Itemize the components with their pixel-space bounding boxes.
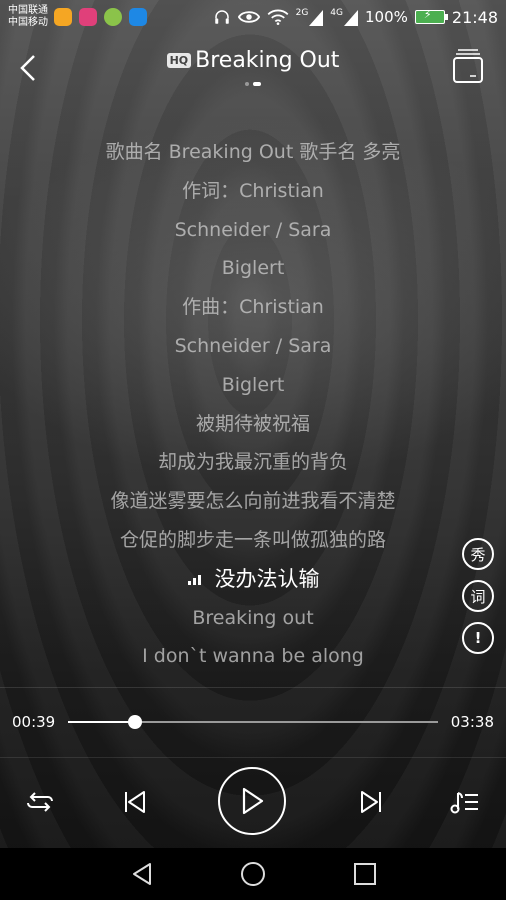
equalizer-icon bbox=[187, 574, 201, 585]
player-header: HQ Breaking Out bbox=[0, 40, 506, 96]
lyric-line: 歌曲名 Breaking Out 歌手名 多亮 bbox=[0, 133, 506, 172]
eye-icon bbox=[237, 11, 260, 23]
show-button[interactable]: 秀 bbox=[462, 538, 494, 570]
play-button[interactable] bbox=[218, 767, 286, 835]
progress-slider[interactable] bbox=[68, 715, 438, 729]
lyric-mode-button[interactable]: 词 bbox=[462, 580, 494, 612]
show-label: 秀 bbox=[470, 545, 486, 564]
queue-button[interactable] bbox=[452, 46, 484, 84]
exclamation-icon: ! bbox=[474, 629, 482, 647]
lyric-line: I don`t wanna be along bbox=[0, 637, 506, 676]
playlist-button[interactable] bbox=[448, 786, 480, 818]
nav-back-button[interactable] bbox=[126, 858, 158, 890]
lyric-text: 仓促的脚步走一条叫做孤独的路 bbox=[119, 528, 386, 551]
carrier-1: 中国联通 bbox=[8, 5, 48, 16]
song-title: Breaking Out bbox=[195, 48, 340, 73]
clock: 21:48 bbox=[451, 7, 498, 27]
lyric-line: Biglert bbox=[0, 366, 506, 405]
progress-fill bbox=[68, 721, 135, 723]
lyric-text: 却成为我最沉重的背负 bbox=[157, 451, 348, 474]
playlist-icon bbox=[450, 792, 478, 814]
lyric-line: 被期待被祝福 bbox=[0, 405, 506, 444]
circle-home-icon bbox=[241, 862, 265, 886]
skip-previous-icon bbox=[125, 791, 145, 813]
next-button[interactable] bbox=[356, 786, 388, 818]
lyric-line: 却成为我最沉重的背负 bbox=[0, 443, 506, 482]
lyric-text: I don`t wanna be along bbox=[142, 645, 364, 668]
duration-time: 03:38 bbox=[450, 713, 494, 731]
play-icon bbox=[242, 787, 264, 815]
current-time: 00:39 bbox=[12, 713, 56, 731]
report-button[interactable]: ! bbox=[462, 622, 494, 654]
divider bbox=[0, 757, 506, 758]
lyric-text: 作词：Christian bbox=[182, 179, 324, 202]
nav-recents-button[interactable] bbox=[349, 858, 381, 890]
status-bar: 中国联通 中国移动 2G 4G 100% ⚡ 21:48 bbox=[0, 0, 506, 34]
lyric-line: 作词：Christian bbox=[0, 172, 506, 211]
skip-next-icon bbox=[361, 791, 381, 813]
system-navigation-bar bbox=[0, 848, 506, 900]
hq-badge: HQ bbox=[166, 53, 192, 68]
page-indicator bbox=[0, 82, 506, 86]
lyric-text: 没办法认输 bbox=[214, 566, 320, 591]
lyric-mode-label: 词 bbox=[470, 587, 486, 606]
lyric-line: 作曲：Christian bbox=[0, 288, 506, 327]
notification-app-icon-2 bbox=[79, 8, 97, 26]
lyrics-panel[interactable]: 歌曲名 Breaking Out 歌手名 多亮 作词：Christian Schne… bbox=[0, 133, 506, 676]
lyric-text: 歌曲名 Breaking Out 歌手名 多亮 bbox=[105, 141, 401, 163]
notification-app-icon-4 bbox=[129, 8, 147, 26]
lyric-text: 作曲：Christian bbox=[182, 296, 324, 319]
queue-icon bbox=[453, 49, 483, 83]
lyric-line-current: 没办法认输 bbox=[0, 560, 506, 599]
signal-2g: 2G bbox=[296, 8, 324, 26]
page-dot-active[interactable] bbox=[253, 82, 261, 86]
lyric-line: 像道迷雾要怎么向前进我看不清楚 bbox=[0, 482, 506, 521]
carrier-info: 中国联通 中国移动 bbox=[8, 5, 48, 29]
signal-4g: 4G bbox=[330, 8, 358, 26]
lyric-text: 被期待被祝福 bbox=[195, 412, 310, 435]
lyric-text: Schneider / Sara bbox=[174, 334, 332, 357]
previous-button[interactable] bbox=[118, 786, 150, 818]
lyric-line: 仓促的脚步走一条叫做孤独的路 bbox=[0, 521, 506, 560]
notification-app-icon-3 bbox=[104, 8, 122, 26]
progress-thumb[interactable] bbox=[127, 715, 142, 729]
notification-app-icon-1 bbox=[54, 8, 72, 26]
title-area: HQ Breaking Out bbox=[0, 48, 506, 73]
lyric-text: Biglert bbox=[221, 373, 285, 396]
lyric-line: Schneider / Sara bbox=[0, 211, 506, 250]
headphones-icon bbox=[214, 10, 229, 24]
triangle-back-icon bbox=[133, 863, 151, 885]
lyric-text: Biglert bbox=[221, 257, 285, 280]
lyric-text: 像道迷雾要怎么向前进我看不清楚 bbox=[110, 490, 396, 513]
divider bbox=[0, 687, 506, 688]
battery-percent: 100% bbox=[365, 8, 408, 26]
repeat-icon bbox=[27, 792, 53, 812]
wifi-icon bbox=[267, 9, 288, 25]
lyric-line: Breaking out bbox=[0, 599, 506, 638]
carrier-2: 中国移动 bbox=[8, 17, 48, 28]
lyric-text: Breaking out bbox=[192, 606, 314, 629]
lyric-line: Biglert bbox=[0, 249, 506, 288]
battery-charging-icon: ⚡ bbox=[414, 8, 448, 24]
lyric-text: Schneider / Sara bbox=[174, 218, 332, 241]
repeat-button[interactable] bbox=[24, 786, 56, 818]
nav-home-button[interactable] bbox=[237, 858, 269, 890]
square-recents-icon bbox=[354, 863, 376, 885]
lyric-line: Schneider / Sara bbox=[0, 327, 506, 366]
page-dot[interactable] bbox=[245, 82, 249, 86]
